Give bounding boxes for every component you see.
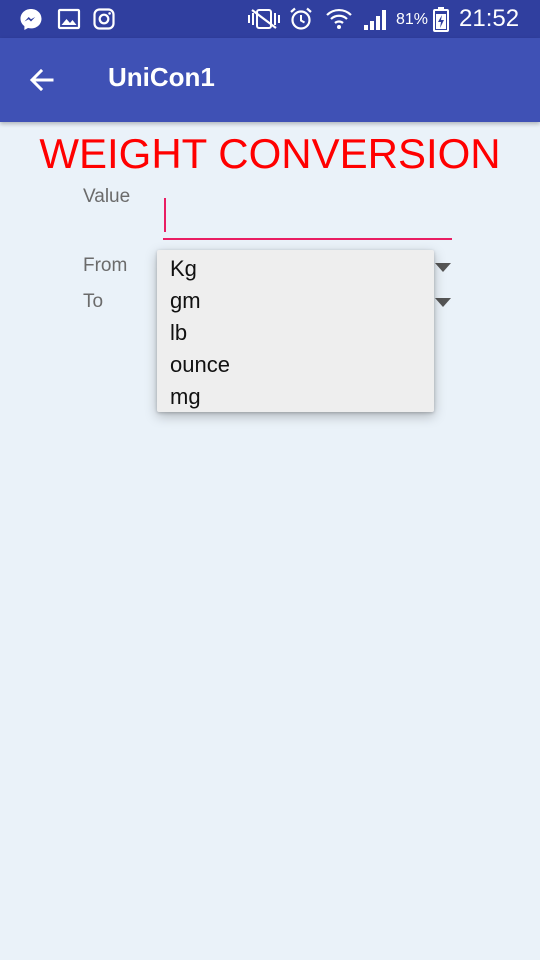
status-bar: 81% 21:52 bbox=[0, 0, 540, 38]
battery-percentage: 81% bbox=[396, 11, 429, 28]
dropdown-option-mg[interactable]: mg bbox=[170, 384, 201, 410]
to-spinner-arrow[interactable] bbox=[435, 298, 451, 307]
app-bar: UniCon1 bbox=[0, 38, 540, 122]
page-heading: WEIGHT CONVERSION bbox=[39, 130, 501, 177]
signal-icon bbox=[362, 8, 388, 37]
dropdown-option-gm[interactable]: gm bbox=[170, 288, 201, 314]
messenger-icon bbox=[18, 7, 44, 38]
battery-charging-icon bbox=[433, 6, 449, 37]
value-label: Value bbox=[83, 186, 131, 207]
unit-dropdown-popup: Kg gm lb ounce mg bbox=[157, 250, 434, 412]
dropdown-option-ounce[interactable]: ounce bbox=[170, 352, 230, 378]
to-label: To bbox=[83, 291, 104, 312]
instagram-icon bbox=[92, 7, 116, 36]
vibrate-icon bbox=[246, 7, 282, 36]
from-label: From bbox=[83, 255, 128, 276]
clock: 21:52 bbox=[459, 5, 520, 32]
text-cursor bbox=[164, 198, 166, 232]
from-spinner-arrow[interactable] bbox=[435, 263, 451, 272]
back-button[interactable] bbox=[22, 60, 62, 100]
wifi-icon bbox=[325, 5, 353, 38]
value-input[interactable] bbox=[163, 192, 452, 240]
dropdown-option-lb[interactable]: lb bbox=[170, 320, 187, 346]
app-title: UniCon1 bbox=[108, 62, 215, 92]
gallery-icon bbox=[57, 7, 81, 36]
arrow-back-icon bbox=[29, 68, 54, 92]
alarm-icon bbox=[288, 6, 314, 37]
dropdown-option-kg[interactable]: Kg bbox=[170, 256, 197, 282]
